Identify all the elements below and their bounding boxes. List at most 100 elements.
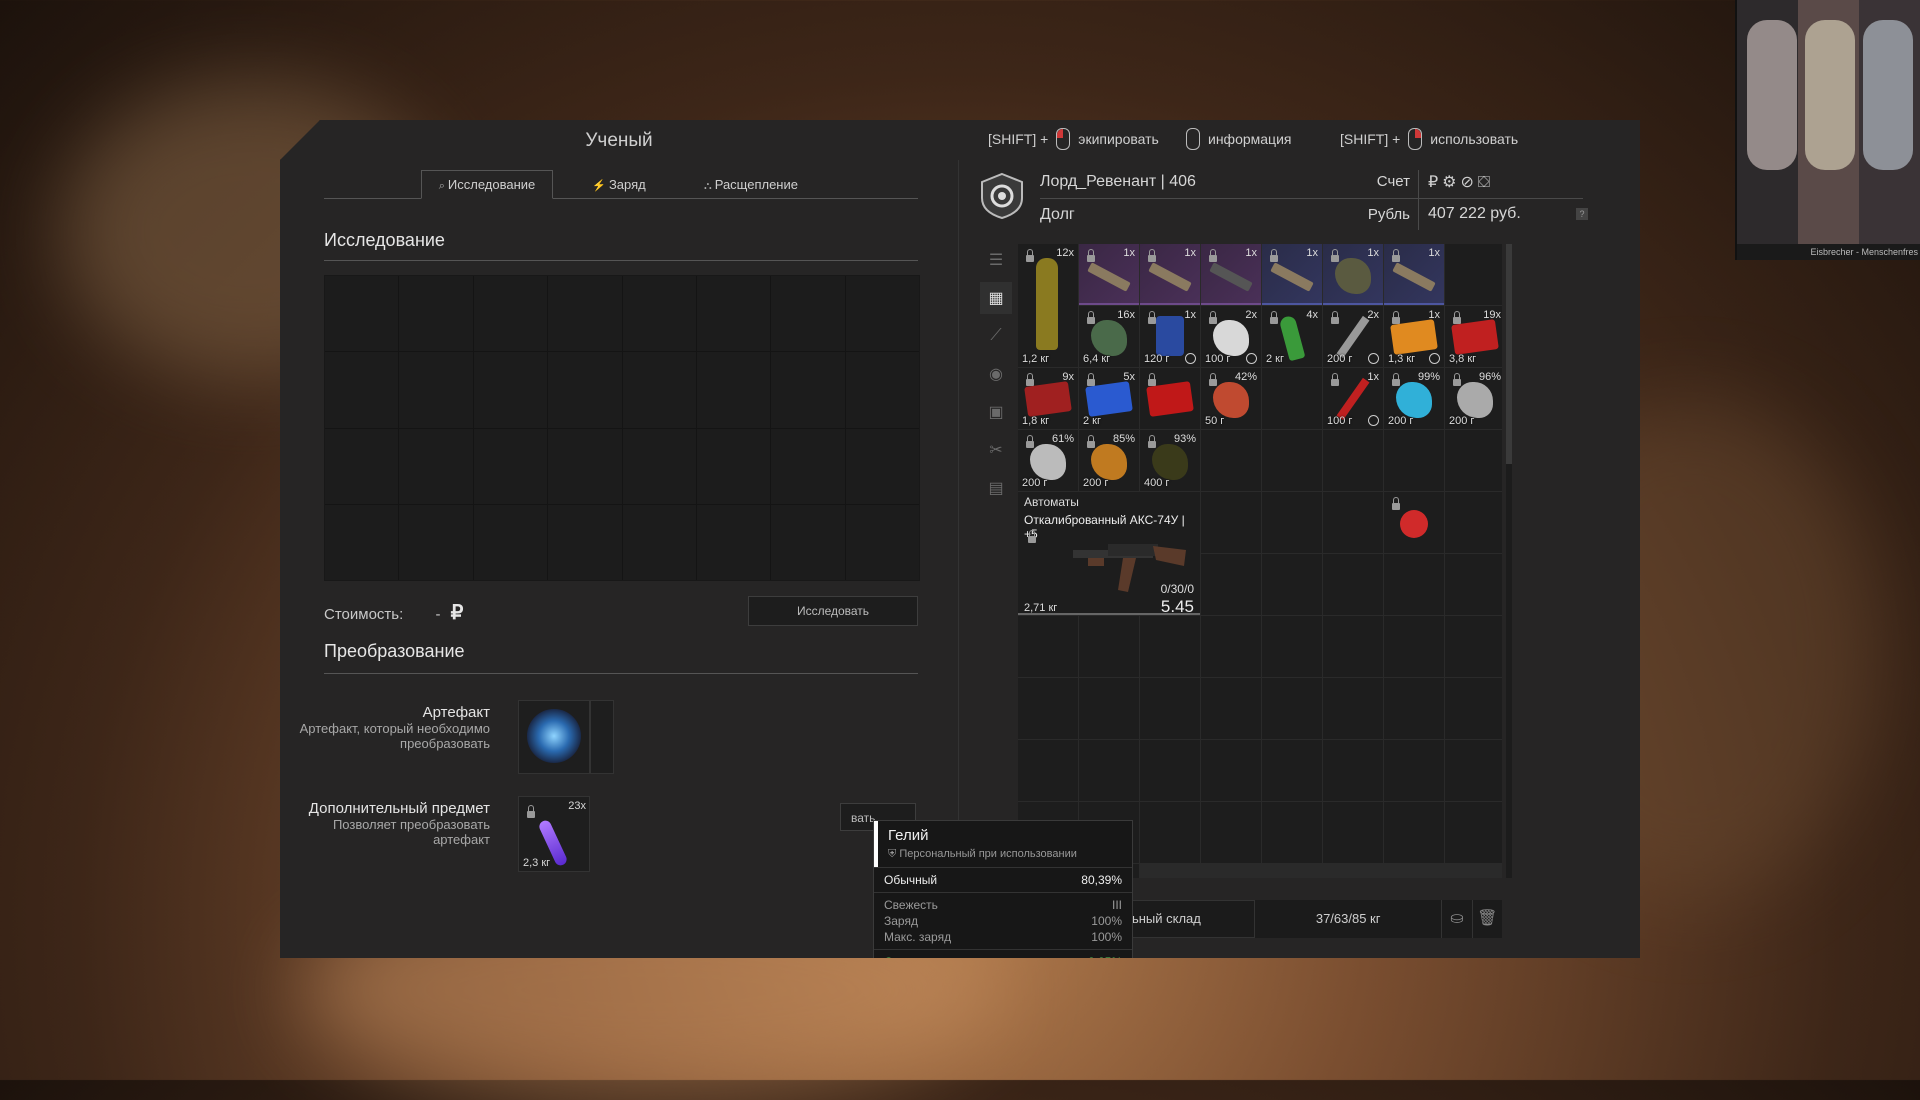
research-grid[interactable]	[324, 275, 920, 581]
empty-slot[interactable]	[1201, 616, 1261, 677]
inventory-item[interactable]: 9x 1,8 кг	[1018, 368, 1078, 429]
empty-slot[interactable]	[1140, 678, 1200, 739]
extra-item-slot[interactable]: 23x 2,3 кг	[518, 796, 590, 872]
empty-slot[interactable]	[1140, 740, 1200, 801]
item-count: 99%	[1417, 371, 1440, 383]
empty-slot[interactable]	[1323, 492, 1383, 553]
inventory-item[interactable]: 99% 200 г	[1384, 368, 1444, 429]
box-icon[interactable]: ▤	[980, 472, 1012, 504]
empty-slot[interactable]	[1323, 678, 1383, 739]
list-icon[interactable]: ☰	[980, 244, 1012, 276]
empty-slot[interactable]	[1384, 740, 1444, 801]
armor-icon[interactable]: ◉	[980, 358, 1012, 390]
empty-slot[interactable]	[1384, 430, 1444, 491]
empty-slot[interactable]	[1018, 678, 1078, 739]
inventory-item[interactable]: 85% 200 г	[1079, 430, 1139, 491]
empty-slot[interactable]	[1262, 740, 1322, 801]
grenade-item[interactable]	[1384, 492, 1444, 553]
inventory-item[interactable]: 1x	[1140, 244, 1200, 305]
empty-slot[interactable]	[1079, 678, 1139, 739]
empty-slot[interactable]	[1384, 616, 1444, 677]
trash-icon[interactable]: 🗑	[1471, 900, 1502, 938]
inventory-item[interactable]: 2x 100 г	[1201, 306, 1261, 367]
inventory-item[interactable]: 1x	[1323, 244, 1383, 305]
empty-slot[interactable]	[1018, 616, 1078, 677]
inventory-item[interactable]: 16x 6,4 кг	[1079, 306, 1139, 367]
grey-crystal-icon	[1457, 382, 1493, 418]
empty-slot[interactable]	[1445, 244, 1502, 305]
weapon-item[interactable]: АвтоматыОткалиброванный АКС-74У | +50/30…	[1018, 492, 1200, 616]
empty-slot[interactable]	[1262, 492, 1322, 553]
empty-slot[interactable]	[1140, 802, 1200, 863]
inventory-item[interactable]: 1x	[1079, 244, 1139, 305]
empty-slot[interactable]	[1323, 430, 1383, 491]
inventory-scrollbar[interactable]	[1506, 244, 1512, 878]
panel-divider	[958, 160, 959, 920]
mouse-left-icon	[1056, 128, 1071, 150]
empty-slot[interactable]	[1262, 368, 1322, 429]
empty-slot[interactable]	[1262, 802, 1322, 863]
empty-slot[interactable]	[1201, 430, 1261, 491]
empty-slot[interactable]	[1384, 678, 1444, 739]
gear-icon[interactable]: ▣	[980, 396, 1012, 428]
inventory-item[interactable]: 12x 1,2 кг	[1018, 244, 1078, 367]
empty-slot[interactable]	[1262, 678, 1322, 739]
empty-slot[interactable]	[1384, 802, 1444, 863]
empty-slot[interactable]	[1445, 616, 1502, 677]
inventory-item[interactable]: 1x 1,3 кг	[1384, 306, 1444, 367]
inventory-item[interactable]: 5x 2 кг	[1079, 368, 1139, 429]
empty-slot[interactable]	[1201, 492, 1261, 553]
inventory-item[interactable]: 1x 120 г	[1140, 306, 1200, 367]
grid-icon[interactable]: ▦	[980, 282, 1012, 314]
empty-slot[interactable]	[1445, 554, 1502, 615]
currency-icons[interactable]: ₽⚙⊘⛋	[1428, 172, 1494, 192]
inventory-item[interactable]: 4x 2 кг	[1262, 306, 1322, 367]
empty-slot[interactable]	[1262, 430, 1322, 491]
inventory-item[interactable]: 93% 400 г	[1140, 430, 1200, 491]
weapon-icon[interactable]: ⟋	[980, 320, 1012, 352]
item-count: 19x	[1483, 309, 1501, 321]
empty-slot[interactable]	[1323, 554, 1383, 615]
inventory-item[interactable]: 1x	[1384, 244, 1444, 305]
item-weight: 2,3 кг	[523, 857, 551, 869]
empty-slot[interactable]	[1201, 678, 1261, 739]
help-icon[interactable]: ?	[1576, 208, 1588, 220]
inventory-grid[interactable]: 12x 1,2 кг 1x 1x 1x 1x 1x 1x 16x 6,4 кг 1x 120 г 2x 1…	[1018, 244, 1502, 878]
research-button[interactable]: Исследовать	[748, 596, 918, 626]
tab-split[interactable]: ⛬ Расщепление	[685, 170, 817, 199]
inventory-item[interactable]: 2x 200 г	[1323, 306, 1383, 367]
empty-slot[interactable]	[1079, 616, 1139, 677]
empty-slot[interactable]	[1323, 802, 1383, 863]
lock-icon	[1148, 249, 1156, 262]
artifact-slot[interactable]	[518, 700, 590, 774]
empty-slot[interactable]	[1445, 802, 1502, 863]
empty-slot[interactable]	[1140, 616, 1200, 677]
tab-research[interactable]: ⌕ Исследование	[421, 170, 553, 199]
empty-slot[interactable]	[1262, 554, 1322, 615]
empty-slot[interactable]	[1079, 740, 1139, 801]
inventory-item[interactable]	[1140, 368, 1200, 429]
empty-slot[interactable]	[1323, 740, 1383, 801]
inventory-item[interactable]: 42% 50 г	[1201, 368, 1261, 429]
empty-slot[interactable]	[1262, 616, 1322, 677]
inventory-item[interactable]: 1x	[1201, 244, 1261, 305]
empty-slot[interactable]	[1323, 616, 1383, 677]
empty-slot[interactable]	[1445, 740, 1502, 801]
empty-slot[interactable]	[1018, 740, 1078, 801]
empty-slot[interactable]	[1201, 740, 1261, 801]
item-count: 1x	[1367, 371, 1379, 383]
inventory-item[interactable]: 1x	[1262, 244, 1322, 305]
empty-slot[interactable]	[1201, 554, 1261, 615]
inventory-item[interactable]: 96% 200 г	[1445, 368, 1502, 429]
mouse-right-icon	[1408, 128, 1423, 150]
inventory-item[interactable]: 61% 200 г	[1018, 430, 1078, 491]
inventory-item[interactable]: 1x 100 г	[1323, 368, 1383, 429]
empty-slot[interactable]	[1445, 678, 1502, 739]
empty-slot[interactable]	[1384, 554, 1444, 615]
inventory-item[interactable]: 19x 3,8 кг	[1445, 306, 1502, 367]
empty-slot[interactable]	[1201, 802, 1261, 863]
tools-icon[interactable]: ✂	[980, 434, 1012, 466]
empty-slot[interactable]	[1445, 492, 1502, 553]
tab-charge[interactable]: ⚡ Заряд	[553, 170, 685, 199]
empty-slot[interactable]	[1445, 430, 1502, 491]
